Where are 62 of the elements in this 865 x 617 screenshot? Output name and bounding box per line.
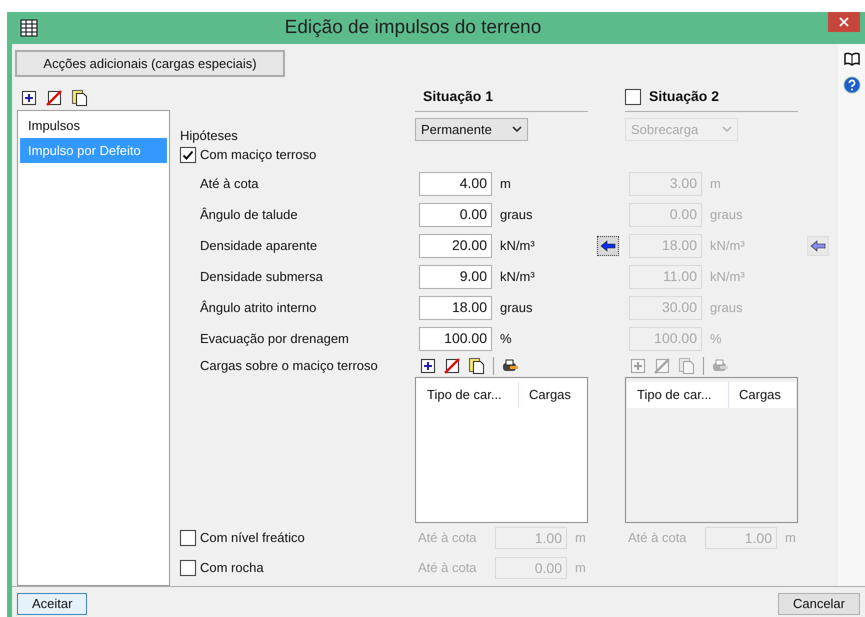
field-label: Evacuação por drenagem <box>200 330 349 346</box>
chevron-icon <box>722 126 732 133</box>
field-label: Ângulo atrito interno <box>200 300 316 315</box>
chevron-icon <box>512 126 522 133</box>
additional-actions-button[interactable]: Acções adicionais (cargas especiais) <box>15 50 285 77</box>
close-button[interactable] <box>828 12 860 32</box>
unit-label: kN/m³ <box>500 268 535 284</box>
copy-left-button[interactable] <box>597 236 619 256</box>
situation-title: Situação 1 <box>423 87 494 106</box>
unit-label: m <box>500 176 511 191</box>
field-label: Densidade aparente <box>200 238 318 253</box>
input-field[interactable]: 20.00 <box>419 234 492 258</box>
column-header[interactable]: Tipo de car... <box>417 382 519 408</box>
unit-label: m <box>710 176 721 191</box>
table-icon <box>20 19 38 37</box>
field-label: Ângulo de talude <box>200 206 298 222</box>
input-field[interactable]: 4.00 <box>419 172 492 196</box>
sidebar-item[interactable]: Impulsos <box>20 113 167 138</box>
unit-label: graus <box>710 206 743 222</box>
field-label: Até à cota <box>200 176 259 191</box>
checkbox-label: Com nível freático <box>200 529 305 548</box>
situation-title: Situação 2 <box>649 87 720 106</box>
add-icon[interactable] <box>21 90 37 106</box>
unit-label: m <box>784 529 796 548</box>
add-icon[interactable] <box>420 358 436 374</box>
window-title: Edição de impulsos do terreno <box>284 16 542 40</box>
checkbox[interactable] <box>180 147 196 163</box>
unit-label: kN/m³ <box>500 238 535 253</box>
copy-icon[interactable] <box>468 356 486 374</box>
column-header[interactable]: Cargas <box>519 382 586 408</box>
unit-label: m <box>574 559 586 578</box>
input-field[interactable]: 18.00 <box>419 296 492 320</box>
delete-icon[interactable] <box>443 358 461 374</box>
cancel-button[interactable]: Cancelar <box>778 593 860 615</box>
help-icon[interactable] <box>842 76 860 94</box>
checkbox-label: Com rocha <box>200 559 264 578</box>
book-icon[interactable] <box>844 52 860 66</box>
field-label: Até à cota <box>417 559 478 578</box>
field-label: Até à cota <box>627 529 688 548</box>
input-field[interactable]: 0.00 <box>419 202 492 226</box>
unit-label: % <box>500 330 512 346</box>
unit-label: kN/m³ <box>710 268 745 284</box>
unit-label: % <box>710 330 722 346</box>
close-icon <box>839 17 849 27</box>
copy-icon[interactable] <box>71 89 89 107</box>
unit-label: kN/m³ <box>710 238 745 253</box>
field-label: Densidade submersa <box>200 268 323 284</box>
unit-label: graus <box>710 300 743 315</box>
field-label: Até à cota <box>417 529 478 548</box>
checkbox-label: Com maciço terroso <box>200 146 316 164</box>
input-field[interactable]: 100.00 <box>419 326 492 350</box>
checkbox[interactable] <box>180 530 196 546</box>
unit-label: m <box>574 529 586 548</box>
delete-icon[interactable] <box>45 90 63 106</box>
unit-label: graus <box>500 300 533 315</box>
checkbox[interactable] <box>180 560 196 576</box>
hypothesis-dropdown[interactable]: Permanente <box>415 118 528 141</box>
accept-button[interactable]: Aceitar <box>17 593 88 615</box>
input-field[interactable]: 9.00 <box>419 264 492 288</box>
field-label: Hipóteses <box>180 126 238 145</box>
field-label: Cargas sobre o maciço terroso <box>200 358 378 373</box>
unit-label: graus <box>500 206 533 222</box>
